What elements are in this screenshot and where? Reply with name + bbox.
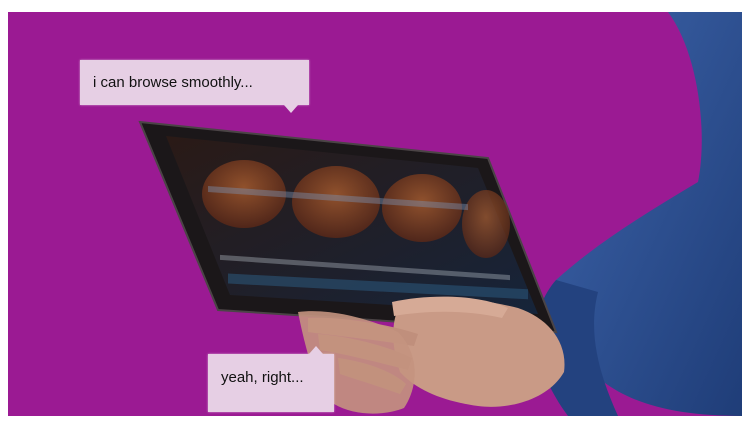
screen-tile [462,190,510,258]
caption-top-text: i can browse smoothly... [93,74,253,91]
caption-bottom-text: yeah, right... [221,369,304,386]
image-frame: i can browse smoothly... yeah, right... [0,0,745,421]
bubble-tail [284,105,298,113]
bubble-tail [309,346,323,354]
photo-scene: i can browse smoothly... yeah, right... [8,12,742,416]
caption-bubble-top: i can browse smoothly... [80,60,309,113]
caption-bubble-bottom: yeah, right... [208,346,334,412]
